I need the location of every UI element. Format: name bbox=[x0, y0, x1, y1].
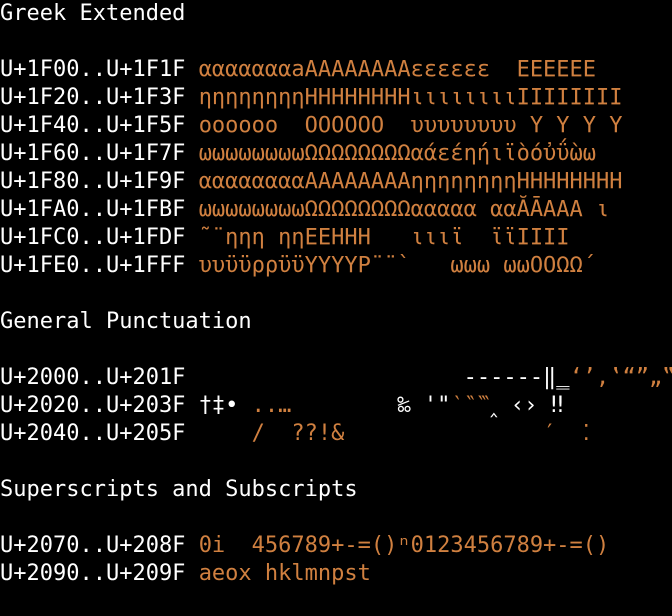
row-glyphs: 0i 456789+-=()ⁿ0123456789+-=() bbox=[198, 533, 610, 558]
row-range: U+1F60..U+1F7F bbox=[0, 141, 186, 166]
table-row: U+1F20..U+1F3F ηηηηηηηηΗΗΗΗΗΗΗΗιιιιιιιιΙ… bbox=[0, 84, 623, 112]
table-row: U+2020..U+203F †‡• ..… ‰ '"‵‶‷‸ ‹› ‼ bbox=[0, 392, 564, 420]
row-range: U+1FC0..U+1FDF bbox=[0, 225, 186, 250]
row-range: U+1F80..U+1F9F bbox=[0, 169, 186, 194]
table-row: U+1F40..U+1F5F οοοοοο ΟΟΟΟΟΟ υυυυυυυυ Υ … bbox=[0, 112, 623, 140]
section-title-superscripts-subscripts: Superscripts and Subscripts bbox=[0, 477, 358, 502]
row-range: U+1F00..U+1F1F bbox=[0, 57, 186, 82]
row-glyphs-white: ‸ ‹› ‼ bbox=[490, 393, 564, 418]
row-glyphs-white: †‡• bbox=[198, 393, 239, 418]
row-glyphs-white: ‰ '" bbox=[291, 393, 451, 418]
row-range: U+2090..U+209F bbox=[0, 561, 186, 586]
table-row: U+1FA0..U+1FBF ωωωωωωωωΩΩΩΩΩΩΩΩααααα ααĂ… bbox=[0, 196, 609, 224]
row-glyphs: ηηηηηηηηΗΗΗΗΗΗΗΗιιιιιιιιΙΙΙΙΙΙΙΙ bbox=[198, 85, 623, 110]
row-range: U+1F40..U+1F5F bbox=[0, 113, 186, 138]
row-range: U+2040..U+205F bbox=[0, 421, 186, 446]
row-glyphs: οοοοοο ΟΟΟΟΟΟ υυυυυυυυ Υ Υ Υ Υ bbox=[198, 113, 623, 138]
table-row: U+2090..U+209F aeox hklmnpst bbox=[0, 560, 371, 588]
table-row: U+1F60..U+1F7F ωωωωωωωωΩΩΩΩΩΩΩΩαάεέηήιϊὸ… bbox=[0, 140, 596, 168]
row-range: U+2070..U+208F bbox=[0, 533, 186, 558]
row-glyphs: ααααααααΑΑΑΑΑΑΑΑηηηηηηηηΗΗΗΗΗΗΗΗ bbox=[198, 169, 623, 194]
row-glyphs: ωωωωωωωωΩΩΩΩΩΩΩΩααααα ααĂĀΑΑΑ ι bbox=[198, 197, 610, 222]
row-glyphs: ˜¨ηηη ηηΕΕΗΗΗ ιιιϊ ϊϊΙΙΙΙ bbox=[198, 225, 570, 250]
table-row: U+1FC0..U+1FDF ˜¨ηηη ηηΕΕΗΗΗ ιιιϊ ϊϊΙΙΙΙ bbox=[0, 224, 570, 252]
row-range: U+1FE0..U+1FFF bbox=[0, 253, 186, 278]
row-range: U+2000..U+201F bbox=[0, 365, 186, 390]
row-glyphs: aeox hklmnpst bbox=[198, 561, 371, 586]
row-glyphs-orange: ‵‶‷ bbox=[450, 393, 491, 418]
table-row: U+2040..U+205F / ??!& ′ ⁚ bbox=[0, 420, 590, 448]
row-glyphs: αααααααaΑΑΑΑΑΑΑΑεεεεεε ΕΕΕΕΕΕ bbox=[198, 57, 597, 82]
row-glyphs-orange: ..… bbox=[238, 393, 292, 418]
row-glyphs: ωωωωωωωωΩΩΩΩΩΩΩΩαάεέηήιϊὸόὐΰὼω bbox=[198, 141, 597, 166]
row-range: U+1FA0..U+1FBF bbox=[0, 197, 186, 222]
table-row: U+2000..U+201F ------‖‗‘’‚‛“”„‟ bbox=[0, 364, 672, 392]
table-row: U+1F00..U+1F1F αααααααaΑΑΑΑΑΑΑΑεεεεεε ΕΕ… bbox=[0, 56, 596, 84]
unicode-chart-screen: Greek Extended U+1F00..U+1F1F αααααααaΑΑ… bbox=[0, 0, 672, 616]
table-row: U+2070..U+208F 0i 456789+-=()ⁿ0123456789… bbox=[0, 532, 609, 560]
section-title-general-punctuation: General Punctuation bbox=[0, 309, 252, 334]
row-glyphs: υυϋϋρρϋϋΥΥΥΥΡ¨¨` ωωω ωωΟΟΩΩ´ bbox=[198, 253, 597, 278]
row-glyphs-orange: ‘’‚‛“”„‟ bbox=[569, 365, 672, 390]
section-title-greek-extended: Greek Extended bbox=[0, 1, 186, 26]
row-range: U+1F20..U+1F3F bbox=[0, 85, 186, 110]
row-glyphs-orange: / ??!& ′ ⁚ bbox=[198, 421, 590, 446]
table-row: U+1FE0..U+1FFF υυϋϋρρϋϋΥΥΥΥΡ¨¨` ωωω ωωΟΟ… bbox=[0, 252, 596, 280]
row-glyphs-white: ------‖‗ bbox=[198, 365, 570, 390]
table-row: U+1F80..U+1F9F ααααααααΑΑΑΑΑΑΑΑηηηηηηηηΗ… bbox=[0, 168, 623, 196]
row-range: U+2020..U+203F bbox=[0, 393, 186, 418]
